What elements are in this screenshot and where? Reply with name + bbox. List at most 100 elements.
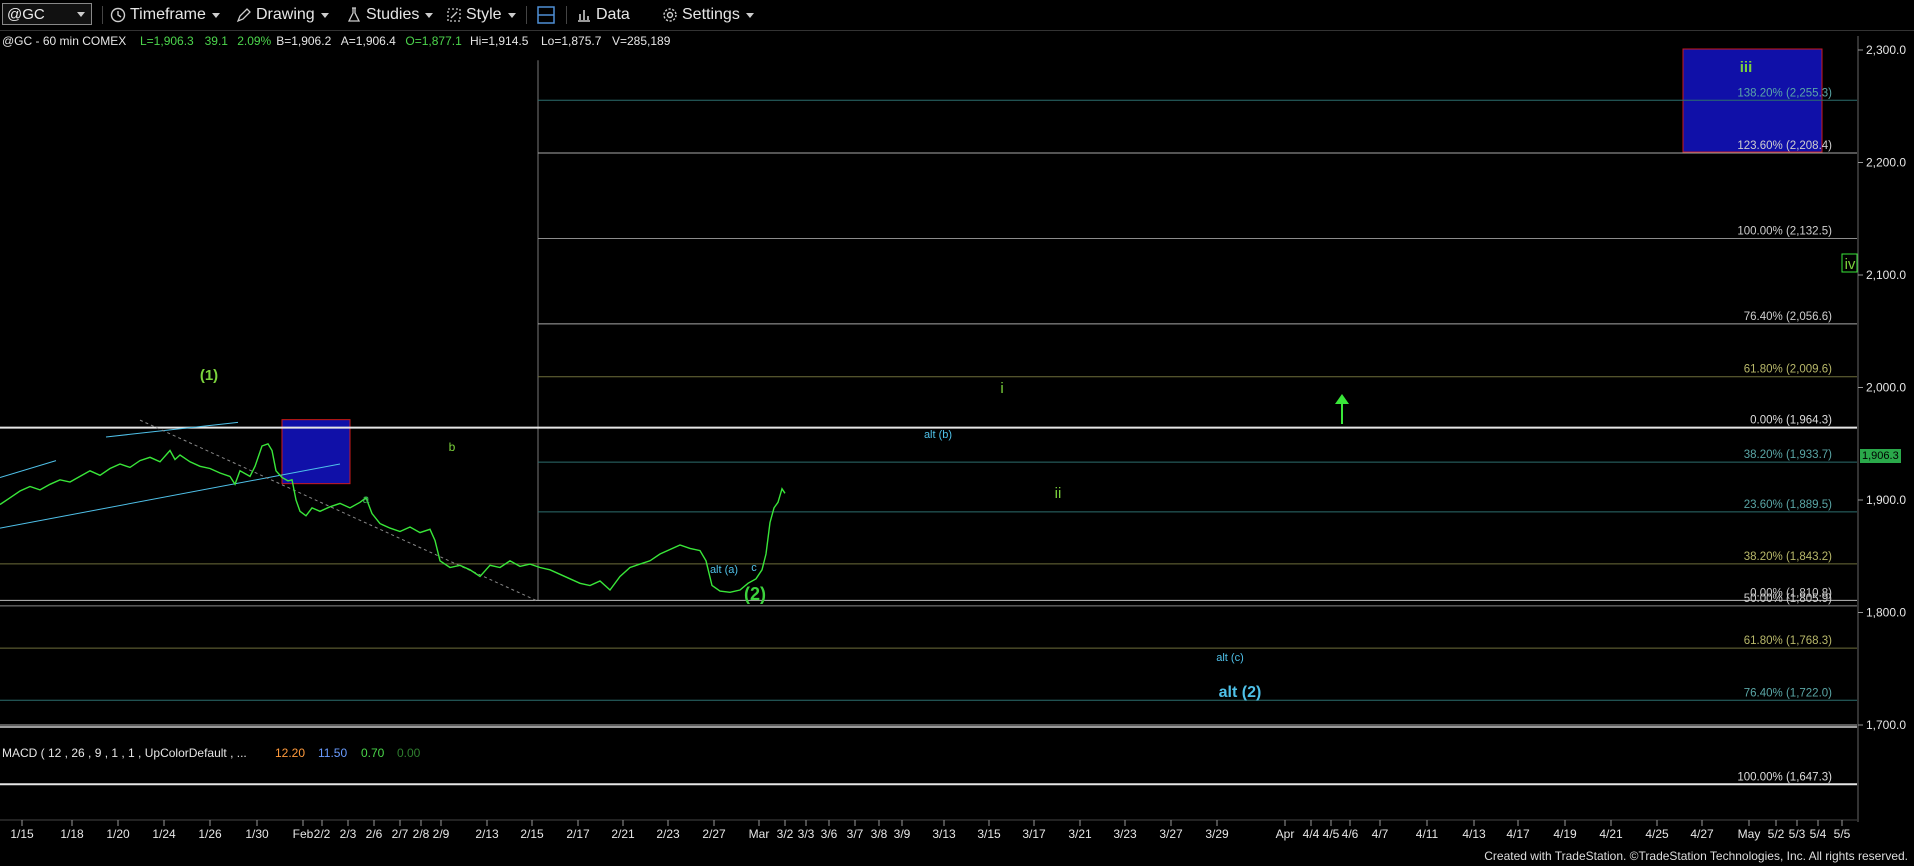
quote-field: 39.1: [205, 34, 229, 48]
x-tick-label: 3/27: [1159, 827, 1183, 841]
y-tick-label: 2,100.0: [1866, 268, 1906, 282]
x-tick-label: 1/15: [10, 827, 34, 841]
x-tick-label: 2/13: [475, 827, 499, 841]
macd-value: 0.00: [397, 746, 421, 760]
x-tick-label: 2/15: [520, 827, 544, 841]
x-tick-label: 2/23: [656, 827, 680, 841]
symbol-info: @GC - 60 min COMEX: [2, 34, 126, 48]
x-tick-label: 3/29: [1205, 827, 1229, 841]
x-tick-label: Mar: [749, 827, 770, 841]
wave-label: (1): [200, 367, 218, 384]
wave-label: alt (2): [1219, 684, 1262, 701]
x-tick-label: 4/7: [1372, 827, 1389, 841]
x-tick-label: 3/13: [932, 827, 956, 841]
wave-label: alt (b): [924, 429, 952, 441]
fib-level-label: 100.00% (1,647.3): [1737, 771, 1832, 783]
wave-label: b: [449, 440, 456, 454]
consolidation-box: [281, 419, 351, 485]
x-tick-label: 2/3: [340, 827, 357, 841]
x-tick-label: 5/3: [1789, 827, 1806, 841]
x-tick-label: 2/7: [392, 827, 409, 841]
price-chart[interactable]: @GC - 60 min COMEX L=1,906.3 39.1 2.09% B=1,…: [0, 0, 1914, 866]
x-tick-label: 3/8: [871, 827, 888, 841]
fib-level-label: 38.20% (1,843.2): [1744, 551, 1832, 563]
x-tick-label: 3/21: [1068, 827, 1092, 841]
fib-level-label: 50.00% (1,805.9): [1744, 593, 1832, 605]
fib-level-label: 76.40% (2,056.6): [1744, 311, 1832, 323]
fib-level-label: 61.80% (2,009.6): [1744, 364, 1832, 376]
quote-field: V=285,189: [612, 34, 671, 48]
wave-label: alt (a): [710, 564, 738, 576]
x-tick-label: 3/15: [977, 827, 1001, 841]
x-tick-label: 3/7: [847, 827, 864, 841]
x-tick-label: Feb: [293, 827, 314, 841]
y-tick-label: 2,000.0: [1866, 381, 1906, 395]
y-tick-label: 2,200.0: [1866, 156, 1906, 170]
wave-label: iv: [1845, 256, 1856, 273]
fib-level-label: 100.00% (2,132.5): [1737, 225, 1832, 237]
x-tick-label: May: [1738, 827, 1761, 841]
channel-line-lower: [0, 463, 341, 529]
y-tick-label: 1,700.0: [1866, 718, 1906, 732]
wave-label: i: [1000, 380, 1003, 397]
x-tick-label: 2/2: [314, 827, 331, 841]
x-tick-label: 4/11: [1416, 827, 1439, 841]
x-tick-label: 4/5: [1323, 827, 1340, 841]
quote-field: O=1,877.1: [405, 34, 462, 48]
price-series-line: [0, 442, 786, 594]
wave-label: iii: [1740, 59, 1753, 76]
fib-level-label: 0.00% (1,964.3): [1750, 415, 1832, 427]
x-tick-label: 3/17: [1022, 827, 1046, 841]
fib-level-label: 76.40% (1,722.0): [1744, 687, 1832, 699]
x-tick-label: 3/2: [777, 827, 794, 841]
y-tick-label: 1,900.0: [1866, 493, 1906, 507]
quote-field: 2.09%: [237, 34, 271, 48]
x-tick-label: 1/30: [245, 827, 269, 841]
x-tick-label: 4/13: [1462, 827, 1486, 841]
up-arrow-icon: [1335, 394, 1349, 424]
x-tick-label: 5/5: [1834, 827, 1851, 841]
x-tick-label: 3/9: [894, 827, 911, 841]
fib-level-label: 23.60% (1,889.5): [1744, 499, 1832, 511]
wave-label: (2): [744, 584, 766, 604]
wave-label: ii: [1055, 485, 1062, 502]
x-tick-label: 2/17: [566, 827, 590, 841]
x-tick-label: 3/6: [821, 827, 838, 841]
copyright-footer: Created with TradeStation. ©TradeStation…: [1484, 849, 1908, 863]
macd-value: 0.70: [361, 746, 385, 760]
fib-level-label: 61.80% (1,768.3): [1744, 635, 1832, 647]
x-tick-label: Apr: [1276, 827, 1295, 841]
channel-line-upper: [0, 460, 57, 478]
wave-label: a: [363, 492, 370, 506]
fib-level-label: 123.60% (2,208.4): [1737, 140, 1832, 152]
x-tick-label: 4/19: [1553, 827, 1577, 841]
quote-field: A=1,906.4: [341, 34, 396, 48]
macd-value: 12.20: [275, 746, 305, 760]
x-tick-label: 1/26: [198, 827, 222, 841]
x-tick-label: 4/17: [1506, 827, 1530, 841]
macd-value: 11.50: [318, 746, 347, 760]
fib-level-label: 38.20% (1,933.7): [1744, 449, 1832, 461]
quote-field: Lo=1,875.7: [541, 34, 602, 48]
x-tick-label: 3/3: [798, 827, 815, 841]
y-tick-label: 2,300.0: [1866, 43, 1906, 57]
wave-label: c: [751, 562, 757, 574]
x-tick-label: 1/24: [152, 827, 176, 841]
x-tick-label: 2/9: [433, 827, 450, 841]
x-tick-label: 3/23: [1113, 827, 1137, 841]
fib-level-label: 138.20% (2,255.3): [1737, 87, 1832, 99]
x-tick-label: 2/6: [366, 827, 383, 841]
x-tick-label: 4/21: [1599, 827, 1623, 841]
wave-label: alt (c): [1216, 652, 1244, 664]
x-tick-label: 5/2: [1768, 827, 1785, 841]
x-tick-label: 4/25: [1645, 827, 1669, 841]
last-price-badge: 1,906.3: [1860, 449, 1901, 463]
x-tick-label: 4/6: [1342, 827, 1359, 841]
macd-label: MACD ( 12 , 26 , 9 , 1 , 1 , UpColorDefa…: [2, 746, 247, 760]
x-tick-label: 1/20: [106, 827, 130, 841]
quote-field: B=1,906.2: [276, 34, 331, 48]
x-tick-label: 2/27: [702, 827, 726, 841]
quote-field: L=1,906.3: [140, 34, 194, 48]
y-tick-label: 1,800.0: [1866, 606, 1906, 620]
quote-field: Hi=1,914.5: [470, 34, 529, 48]
